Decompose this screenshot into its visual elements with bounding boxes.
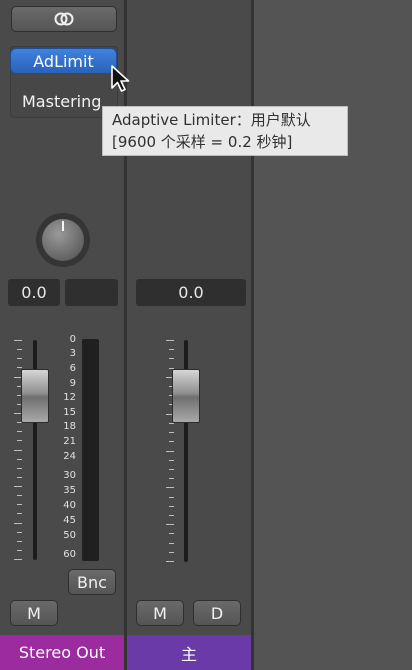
scale-label: 15 xyxy=(63,407,76,418)
scale-label: 60 xyxy=(63,549,76,560)
scale-label: 6 xyxy=(69,363,76,374)
scale-label: 9 xyxy=(69,378,76,389)
scale-tick xyxy=(14,486,22,487)
scale-tick xyxy=(166,487,174,488)
channel-strip-main xyxy=(127,0,251,670)
scale-tick xyxy=(17,440,22,441)
plugin-button-adlimit[interactable]: AdLimit xyxy=(10,48,117,74)
tooltip-line-2: [9600 个采样 = 0.2 秒钟] xyxy=(112,133,293,151)
scale-tick xyxy=(169,469,174,470)
volume-fader-cap[interactable] xyxy=(21,369,49,423)
scale-tick xyxy=(169,423,174,424)
scale-tick xyxy=(17,541,22,542)
scale-tick xyxy=(17,495,22,496)
scale-tick xyxy=(169,543,174,544)
plugin-tooltip: Adaptive Limiter：用户默认 [9600 个采样 = 0.2 秒钟… xyxy=(102,106,348,156)
scale-label: 21 xyxy=(63,436,76,447)
scale-tick xyxy=(17,532,22,533)
scale-tick xyxy=(169,478,174,479)
scale-label: 24 xyxy=(63,451,76,462)
level-meter xyxy=(82,339,99,561)
scale-tick xyxy=(17,513,22,514)
scale-tick xyxy=(14,450,22,451)
scale-label: 50 xyxy=(63,530,76,541)
scale-tick xyxy=(17,477,22,478)
scale-tick xyxy=(14,523,22,524)
scale-tick xyxy=(169,349,174,350)
scale-tick xyxy=(169,432,174,433)
scale-tick xyxy=(166,340,174,341)
scale-tick xyxy=(17,431,22,432)
scale-tick xyxy=(14,340,22,341)
scale-label: 0 xyxy=(69,334,76,345)
scale-tick xyxy=(166,524,174,525)
mute-button[interactable]: M xyxy=(10,600,58,626)
scale-label: 45 xyxy=(63,515,76,526)
scale-tick xyxy=(169,497,174,498)
mute-button[interactable]: M xyxy=(136,600,184,626)
scale-label: 30 xyxy=(63,470,76,481)
scale-tick xyxy=(169,533,174,534)
pan-value-readout[interactable]: 0.0 xyxy=(8,279,60,306)
scale-tick xyxy=(14,559,22,560)
scale-tick xyxy=(17,367,22,368)
link-circles-icon xyxy=(54,12,74,26)
channel-name-stereo-out[interactable]: Stereo Out xyxy=(0,635,124,670)
peak-readout[interactable] xyxy=(65,279,118,306)
scale-tick xyxy=(169,515,174,516)
scale-label: 18 xyxy=(63,421,76,432)
scale-tick xyxy=(17,349,22,350)
channel-name-main[interactable]: 主 xyxy=(127,635,251,670)
level-scale: 0 3 6 9 12 15 18 21 24 30 35 40 45 50 60 xyxy=(54,334,80,562)
dim-button[interactable]: D xyxy=(193,600,241,626)
scale-tick xyxy=(169,358,174,359)
tooltip-line-1: Adaptive Limiter：用户默认 xyxy=(112,111,311,129)
volume-value-readout[interactable]: 0.0 xyxy=(136,279,246,306)
mouse-pointer-icon xyxy=(111,65,130,92)
scale-tick xyxy=(17,468,22,469)
insert-label-mastering[interactable]: Mastering xyxy=(22,92,101,111)
scale-tick xyxy=(17,358,22,359)
link-button[interactable] xyxy=(11,6,117,32)
scale-tick xyxy=(169,441,174,442)
bounce-button[interactable]: Bnc xyxy=(68,569,116,595)
scale-tick xyxy=(166,451,174,452)
volume-fader-cap[interactable] xyxy=(172,369,200,423)
scale-tick xyxy=(17,504,22,505)
scale-tick xyxy=(17,550,22,551)
scale-label: 12 xyxy=(63,392,76,403)
scale-tick xyxy=(169,460,174,461)
scale-tick xyxy=(17,459,22,460)
empty-mixer-area xyxy=(254,0,412,670)
scale-label: 40 xyxy=(63,500,76,511)
scale-tick xyxy=(169,552,174,553)
scale-label: 35 xyxy=(63,485,76,496)
pan-knob[interactable] xyxy=(34,211,92,269)
scale-label: 3 xyxy=(69,348,76,359)
scale-tick xyxy=(166,561,174,562)
scale-tick xyxy=(169,506,174,507)
